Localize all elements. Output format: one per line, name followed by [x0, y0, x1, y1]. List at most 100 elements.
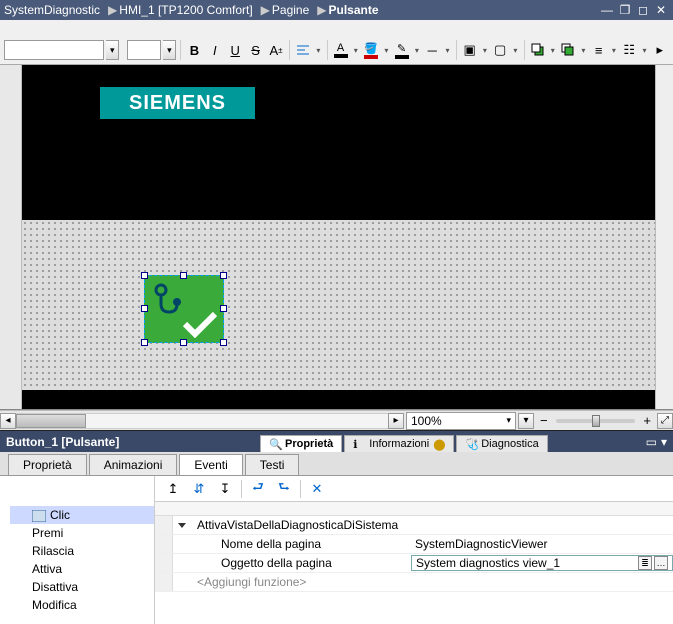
resize-handle[interactable] — [220, 339, 227, 346]
distrib-dropdown-icon[interactable]: ▾ — [640, 46, 648, 55]
event-item-change[interactable]: Modifica — [10, 596, 154, 614]
line-color-button[interactable]: ✎ — [392, 39, 410, 61]
zoom-slider-thumb[interactable] — [592, 415, 600, 427]
breadcrumb-root[interactable]: SystemDiagnostic — [4, 3, 100, 17]
fit-button[interactable]: ⤢ — [657, 413, 673, 429]
resize-handle[interactable] — [220, 272, 227, 279]
send-back-dropdown-icon[interactable]: ▾ — [549, 46, 557, 55]
move-bottom-button[interactable]: ↧ — [215, 479, 235, 499]
move-up-button[interactable]: ↥ — [163, 479, 183, 499]
restore-button[interactable]: ❐ — [617, 3, 633, 17]
event-item-release[interactable]: Rilascia — [10, 542, 154, 560]
zoom-in-icon[interactable]: + — [641, 413, 653, 428]
zoom-combo[interactable]: 100%▾ — [406, 412, 516, 430]
collapse-icon[interactable] — [173, 523, 191, 528]
param-row[interactable]: Oggetto della pagina System diagnostics … — [155, 554, 673, 573]
inner-tab-animations[interactable]: Animazioni — [89, 454, 178, 475]
resize-handle[interactable] — [180, 339, 187, 346]
param-value-editable[interactable]: System diagnostics view_1 ≣ … — [411, 555, 673, 571]
italic-button[interactable]: I — [206, 39, 224, 61]
maximize-button[interactable]: ◻ — [635, 3, 651, 17]
browse-picker-icon[interactable]: … — [654, 556, 668, 570]
delete-button[interactable]: ✕ — [307, 479, 327, 499]
inner-tab-events[interactable]: Eventi — [179, 454, 242, 475]
events-toolbar: ↥ ⇵ ↧ ⮐ ⮑ ✕ — [155, 476, 673, 502]
events-panel: Clic Premi Rilascia Attiva Disattiva Mod… — [0, 476, 673, 624]
selected-button-widget[interactable] — [144, 275, 224, 343]
inner-tab-properties[interactable]: Proprietà — [8, 454, 87, 475]
siemens-logo[interactable]: SIEMENS — [100, 87, 255, 119]
more-button[interactable]: ▸ — [651, 39, 669, 61]
vertical-scrollbar[interactable] — [655, 65, 673, 409]
horizontal-scroll-track[interactable] — [16, 413, 388, 429]
event-item-click[interactable]: Clic — [10, 506, 154, 524]
design-canvas[interactable]: SIEMENS — [22, 65, 655, 409]
font-script-button[interactable]: A± — [267, 39, 285, 61]
function-name: AttivaVistaDellaDiagnosticaDiSistema — [191, 518, 411, 532]
breadcrumb-sep: ▶ — [317, 3, 326, 17]
resize-handle[interactable] — [141, 339, 148, 346]
indent-left-button[interactable]: ⮐ — [248, 479, 268, 499]
arrange-back-dropdown-icon[interactable]: ▾ — [511, 46, 519, 55]
font-color-button[interactable]: A — [331, 39, 349, 61]
bold-button[interactable]: B — [185, 39, 203, 61]
zoom-dropdown-button[interactable]: ▾ — [518, 413, 534, 429]
breadcrumb-page[interactable]: Pulsante — [329, 3, 379, 17]
send-back-button[interactable] — [528, 39, 546, 61]
event-item-activate[interactable]: Attiva — [10, 560, 154, 578]
indent-right-button[interactable]: ⮑ — [274, 479, 294, 499]
param-value[interactable]: SystemDiagnosticViewer — [411, 537, 673, 551]
add-function-row[interactable]: <Aggiungi funzione> — [155, 573, 673, 592]
fill-color-dropdown-icon[interactable]: ▾ — [382, 46, 390, 55]
font-family-dropdown-icon[interactable]: ▾ — [106, 40, 119, 60]
move-down-button[interactable]: ⇵ — [189, 479, 209, 499]
line-color-dropdown-icon[interactable]: ▾ — [413, 46, 421, 55]
function-row[interactable]: AttivaVistaDellaDiagnosticaDiSistema — [155, 516, 673, 535]
tab-diagnostics[interactable]: 🩺 Diagnostica — [456, 435, 547, 452]
horizontal-scroll-thumb[interactable] — [16, 414, 86, 428]
align-dropdown-icon[interactable]: ▾ — [314, 46, 322, 55]
font-family-combo[interactable] — [4, 40, 104, 60]
param-row[interactable]: Nome della pagina SystemDiagnosticViewer — [155, 535, 673, 554]
resize-handle[interactable] — [180, 272, 187, 279]
event-icon — [32, 510, 46, 522]
font-color-dropdown-icon[interactable]: ▾ — [352, 46, 360, 55]
arrange-front-dropdown-icon[interactable]: ▾ — [481, 46, 489, 55]
fill-color-button[interactable]: 🪣 — [362, 39, 380, 61]
resize-handle[interactable] — [220, 305, 227, 312]
underline-button[interactable]: U — [226, 39, 244, 61]
event-item-press[interactable]: Premi — [10, 524, 154, 542]
list-picker-icon[interactable]: ≣ — [638, 556, 652, 570]
minimize-button[interactable]: — — [599, 3, 615, 17]
resize-handle[interactable] — [141, 305, 148, 312]
align-left-button[interactable] — [294, 39, 312, 61]
add-function-label: <Aggiungi funzione> — [191, 575, 411, 589]
param-label: Nome della pagina — [191, 537, 411, 551]
scroll-left-button[interactable]: ◂ — [0, 413, 16, 429]
arrange-front-button[interactable]: ▣ — [460, 39, 478, 61]
line-style-dropdown-icon[interactable]: ▾ — [443, 46, 451, 55]
arrange-back-button[interactable]: ▢ — [491, 39, 509, 61]
font-size-combo[interactable] — [127, 40, 162, 60]
breadcrumb-group[interactable]: Pagine — [272, 3, 309, 17]
font-size-dropdown-icon[interactable]: ▾ — [163, 40, 176, 60]
align-button[interactable]: ≡ — [589, 39, 607, 61]
zoom-slider[interactable]: − + — [538, 413, 653, 429]
resize-handle[interactable] — [141, 272, 148, 279]
bring-front-dropdown-icon[interactable]: ▾ — [579, 46, 587, 55]
strike-button[interactable]: S — [246, 39, 264, 61]
tab-label: Informazioni — [369, 438, 429, 450]
inner-tab-texts[interactable]: Testi — [245, 454, 300, 475]
align-dropdown-icon[interactable]: ▾ — [610, 46, 618, 55]
tab-properties[interactable]: 🔍 Proprietà — [260, 435, 342, 452]
distrib-button[interactable]: ☷ — [620, 39, 638, 61]
close-button[interactable]: ✕ — [653, 3, 669, 17]
zoom-out-icon[interactable]: − — [538, 413, 550, 428]
breadcrumb-hmi[interactable]: HMI_1 [TP1200 Comfort] — [119, 3, 252, 17]
tab-info[interactable]: ℹ Informazioni ⬤ — [344, 435, 454, 452]
event-item-deactivate[interactable]: Disattiva — [10, 578, 154, 596]
function-grid: AttivaVistaDellaDiagnosticaDiSistema Nom… — [155, 516, 673, 624]
line-style-button[interactable]: ─ — [423, 39, 441, 61]
bring-front-button[interactable] — [559, 39, 577, 61]
scroll-right-button[interactable]: ▸ — [388, 413, 404, 429]
